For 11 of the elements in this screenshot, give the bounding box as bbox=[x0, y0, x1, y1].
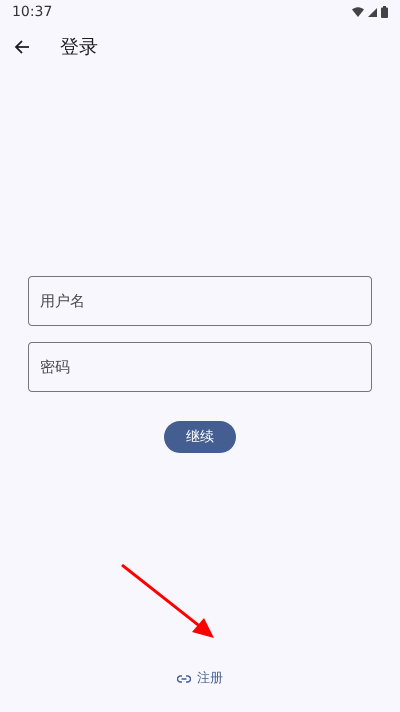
signal-icon bbox=[368, 8, 377, 16]
username-field[interactable]: 用户名 bbox=[28, 276, 372, 326]
register-link[interactable]: 注册 bbox=[177, 669, 223, 688]
status-time: 10:37 bbox=[12, 2, 52, 22]
continue-button[interactable]: 继续 bbox=[164, 421, 236, 453]
password-field[interactable]: 密码 bbox=[28, 342, 372, 392]
link-icon bbox=[177, 674, 191, 683]
page-title: 登录 bbox=[60, 34, 98, 60]
back-icon[interactable] bbox=[14, 39, 30, 55]
wifi-icon bbox=[352, 7, 364, 17]
battery-icon bbox=[381, 6, 388, 18]
